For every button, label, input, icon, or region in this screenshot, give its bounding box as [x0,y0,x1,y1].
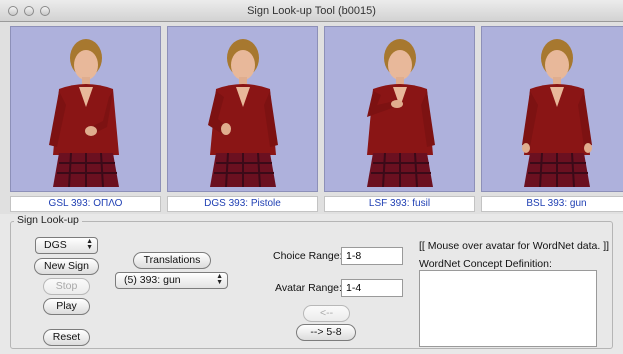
language-select[interactable]: DGS ▲ ▼ [35,237,98,254]
avatar-panels: GSL 393: ΟΠΛΟ DGS 393: Pistole LSF 393: … [0,22,623,214]
avatar-caption: LSF 393: fusil [324,196,475,212]
choice-range-field[interactable] [341,247,403,265]
updown-arrows-icon: ▲ ▼ [86,238,93,251]
avatar-panel-1[interactable]: GSL 393: ΟΠΛΟ [10,26,161,212]
avatar-viewport[interactable] [167,26,318,192]
play-button[interactable]: Play [43,298,90,315]
wordnet-hint: [[ Mouse over avatar for WordNet data. ]… [419,240,610,252]
translation-select[interactable]: (5) 393: gun ▲ ▼ [115,272,228,289]
new-sign-button[interactable]: New Sign [34,258,99,275]
reset-button[interactable]: Reset [43,329,90,346]
wordnet-definition-label: WordNet Concept Definition: [419,258,552,270]
avatar-panel-4[interactable]: BSL 393: gun [481,26,623,212]
translation-select-value: (5) 393: gun [124,274,181,286]
signing-avatar-icon [522,39,592,188]
avatar-panel-2[interactable]: DGS 393: Pistole [167,26,318,212]
avatar-viewport[interactable] [324,26,475,192]
avatar-panel-3[interactable]: LSF 393: fusil [324,26,475,212]
signing-avatar-icon [49,39,119,188]
avatar-viewport[interactable] [481,26,623,192]
avatar-viewport[interactable] [10,26,161,192]
title-bar: Sign Look-up Tool (b0015) [0,0,623,22]
wordnet-definition-area[interactable] [419,270,597,347]
translations-button[interactable]: Translations [133,252,211,269]
signing-avatar-icon [367,39,435,188]
avatar-caption: DGS 393: Pistole [167,196,318,212]
choice-range-label: Choice Range: [273,250,343,262]
stop-button[interactable]: Stop [43,278,90,295]
avatar-range-field[interactable] [341,279,403,297]
signing-avatar-icon [208,39,278,188]
previous-range-button[interactable]: <-- [303,305,350,322]
window-title: Sign Look-up Tool (b0015) [247,5,376,17]
updown-arrows-icon: ▲ ▼ [216,273,223,286]
avatar-range-label: Avatar Range: [275,282,342,294]
avatar-caption: GSL 393: ΟΠΛΟ [10,196,161,212]
sign-lookup-title: Sign Look-up [14,214,82,226]
avatar-caption: BSL 393: gun [481,196,623,212]
next-range-button[interactable]: --> 5-8 [296,324,356,341]
language-select-value: DGS [44,239,67,251]
